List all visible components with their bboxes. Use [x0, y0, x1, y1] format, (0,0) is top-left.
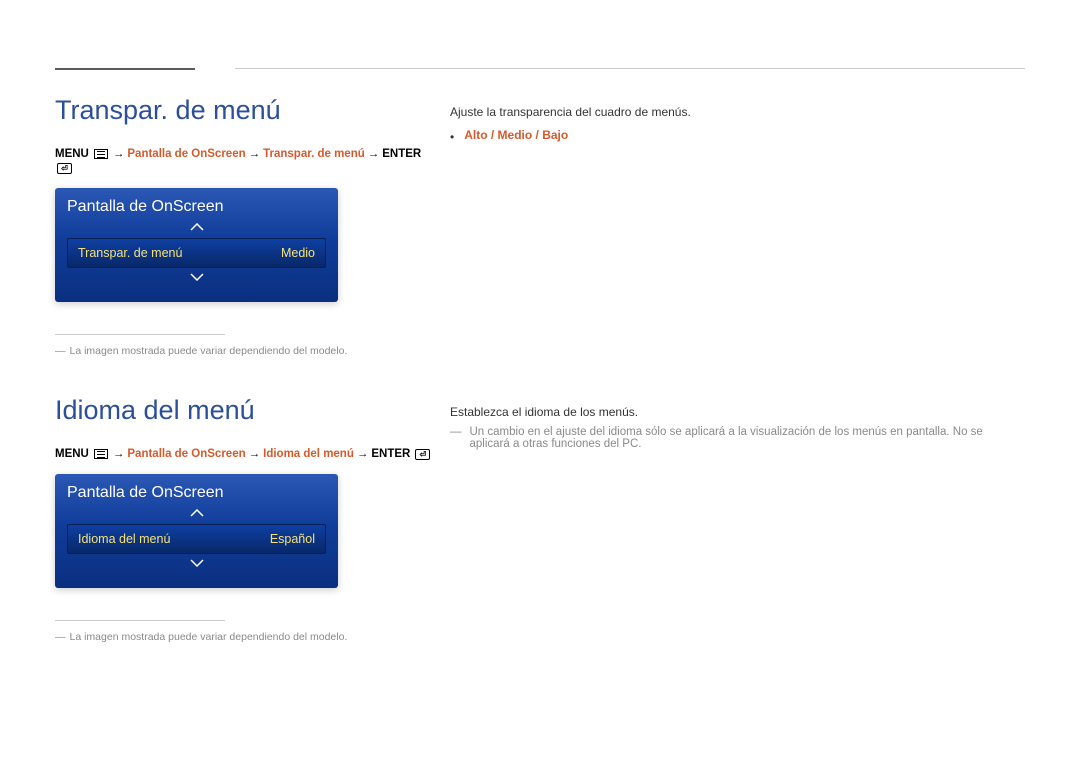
heading-language: Idioma del menú [55, 395, 435, 426]
osd-row-label: Transpar. de menú [78, 246, 182, 260]
chevron-down-icon[interactable] [67, 272, 326, 288]
heading-transparency: Transpar. de menú [55, 95, 435, 126]
language-note-line: ― Un cambio en el ajuste del idioma sólo… [450, 426, 1025, 450]
dash-icon: ― [450, 426, 462, 438]
arrow-icon: → [113, 148, 125, 160]
section-transparency-left: Transpar. de menú MENU → Pantalla de OnS… [55, 95, 435, 357]
transparency-options: Alto / Medio / Bajo [464, 128, 568, 142]
dash-icon: ― [55, 345, 66, 357]
arrow-icon: → [368, 148, 380, 160]
breadcrumb-path-1: Pantalla de OnScreen [127, 448, 245, 460]
osd-panel-language: Pantalla de OnScreen Idioma del menú Esp… [55, 474, 338, 588]
breadcrumb-transparency: MENU → Pantalla de OnScreen → Transpar. … [55, 148, 435, 174]
breadcrumb-menu-label: MENU [55, 148, 89, 160]
section-language-left: Idioma del menú MENU → Pantalla de OnScr… [55, 395, 435, 643]
osd-panel-title: Pantalla de OnScreen [67, 198, 326, 216]
page-top-marker [55, 68, 195, 70]
osd-panel-title: Pantalla de OnScreen [67, 484, 326, 502]
bullet-icon: • [450, 128, 454, 147]
chevron-up-icon[interactable] [67, 508, 326, 524]
osd-row-label: Idioma del menú [78, 532, 170, 546]
transparency-options-line: • Alto / Medio / Bajo [450, 128, 1025, 147]
breadcrumb-path-1: Pantalla de OnScreen [127, 148, 245, 160]
osd-menu-row-transparency[interactable]: Transpar. de menú Medio [67, 238, 326, 268]
arrow-icon: → [249, 148, 261, 160]
menu-icon [94, 149, 108, 159]
breadcrumb-path-2: Idioma del menú [263, 448, 354, 460]
section-language-right: Establezca el idioma de los menús. ― Un … [450, 402, 1025, 450]
footnote-text: La imagen mostrada puede variar dependie… [70, 631, 348, 643]
footnote-transparency: ― La imagen mostrada puede variar dependi… [55, 345, 435, 357]
page-top-divider [235, 68, 1025, 69]
breadcrumb-enter-label: ENTER [382, 148, 421, 160]
breadcrumb-menu-label: MENU [55, 448, 89, 460]
dash-icon: ― [55, 631, 66, 643]
osd-menu-row-language[interactable]: Idioma del menú Español [67, 524, 326, 554]
arrow-icon: → [113, 448, 125, 460]
arrow-icon: → [249, 448, 261, 460]
arrow-icon: → [357, 448, 369, 460]
breadcrumb-enter-label: ENTER [371, 448, 410, 460]
menu-icon [94, 449, 108, 459]
enter-icon: ⏎ [57, 163, 72, 174]
chevron-down-icon[interactable] [67, 558, 326, 574]
footnote-text: La imagen mostrada puede variar dependie… [70, 345, 348, 357]
chevron-up-icon[interactable] [67, 222, 326, 238]
breadcrumb-language: MENU → Pantalla de OnScreen → Idioma del… [55, 448, 435, 460]
language-note: Un cambio en el ajuste del idioma sólo s… [470, 426, 1026, 450]
footnote-divider [55, 334, 225, 335]
section-transparency-right: Ajuste la transparencia del cuadro de me… [450, 102, 1025, 148]
footnote-language: ― La imagen mostrada puede variar dependi… [55, 631, 435, 643]
footnote-divider [55, 620, 225, 621]
osd-row-value: Español [270, 532, 315, 546]
breadcrumb-path-2: Transpar. de menú [263, 148, 365, 160]
osd-panel-transparency: Pantalla de OnScreen Transpar. de menú M… [55, 188, 338, 302]
language-description: Establezca el idioma de los menús. [450, 402, 1025, 422]
osd-row-value: Medio [281, 246, 315, 260]
transparency-description: Ajuste la transparencia del cuadro de me… [450, 102, 1025, 122]
enter-icon: ⏎ [415, 449, 430, 460]
